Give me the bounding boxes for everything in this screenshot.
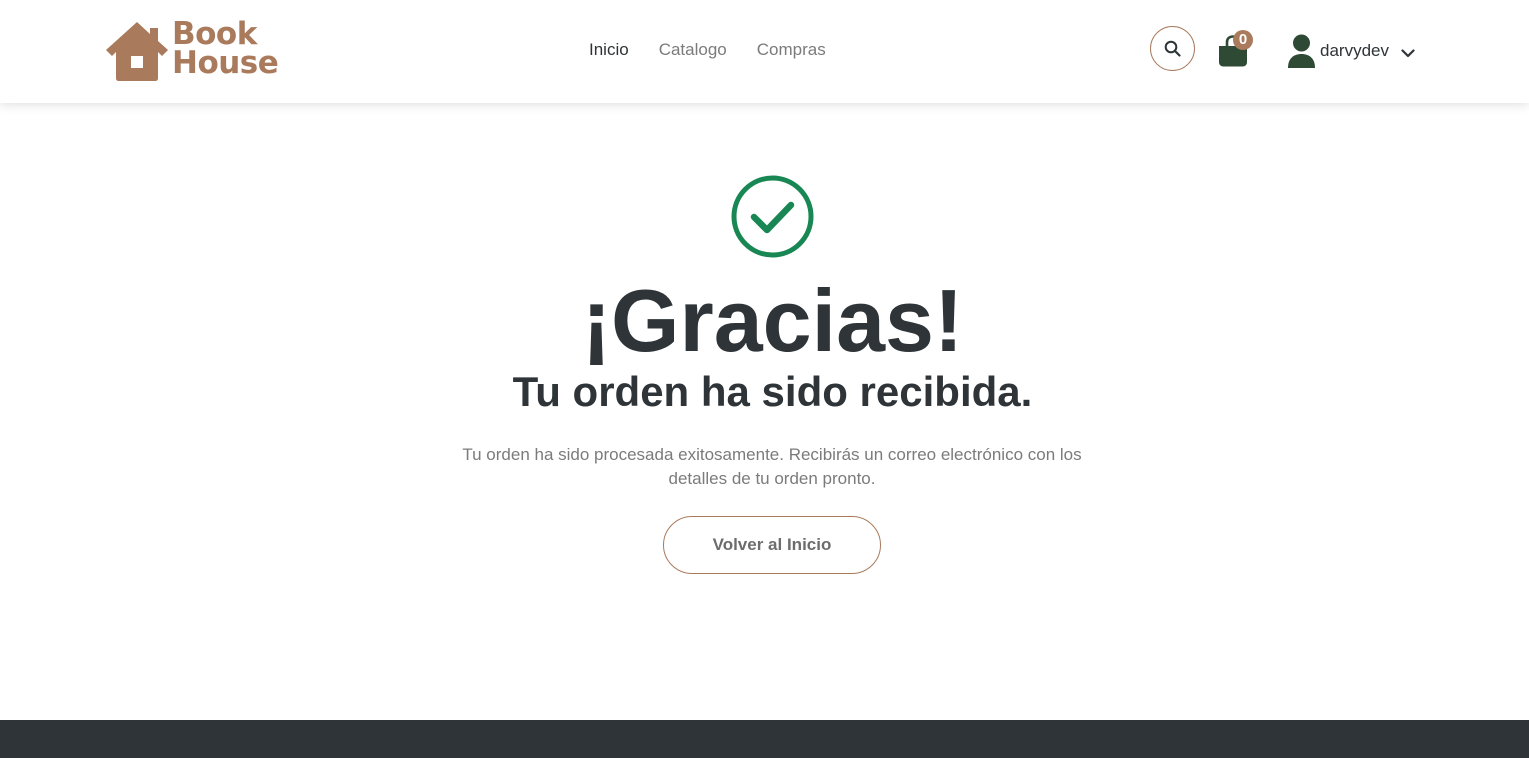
site-footer	[0, 720, 1529, 758]
logo-line2: House	[172, 45, 279, 81]
nav-link-compras[interactable]: Compras	[757, 40, 826, 60]
order-confirmation: ¡Gracias! Tu orden ha sido recibida. Tu …	[0, 103, 1529, 720]
check-circle-icon	[731, 175, 814, 258]
search-button[interactable]	[1150, 26, 1195, 71]
logo-text: Book House	[172, 19, 279, 81]
confirmation-message: Tu orden ha sido procesada exitosamente.…	[462, 445, 1082, 488]
user-menu[interactable]: darvydev	[1287, 33, 1415, 69]
page-subtitle: Tu orden ha sido recibida.	[512, 368, 1033, 415]
cart-button[interactable]: 0	[1216, 30, 1256, 71]
user-name: darvydev	[1320, 41, 1389, 60]
site-header: Book House Inicio Catalogo Compras 0 dar…	[0, 0, 1529, 103]
house-icon	[106, 22, 168, 81]
main-nav: Inicio Catalogo Compras	[589, 40, 826, 60]
back-home-button[interactable]: Volver al Inicio	[663, 516, 881, 574]
page-title: ¡Gracias!	[581, 271, 964, 370]
nav-link-catalogo[interactable]: Catalogo	[659, 40, 727, 60]
chevron-down-icon	[1401, 48, 1415, 57]
user-icon	[1288, 34, 1315, 68]
nav-link-inicio[interactable]: Inicio	[589, 40, 629, 60]
search-icon	[1164, 40, 1181, 57]
logo[interactable]: Book House	[104, 18, 286, 84]
cart-count-badge: 0	[1233, 30, 1253, 50]
